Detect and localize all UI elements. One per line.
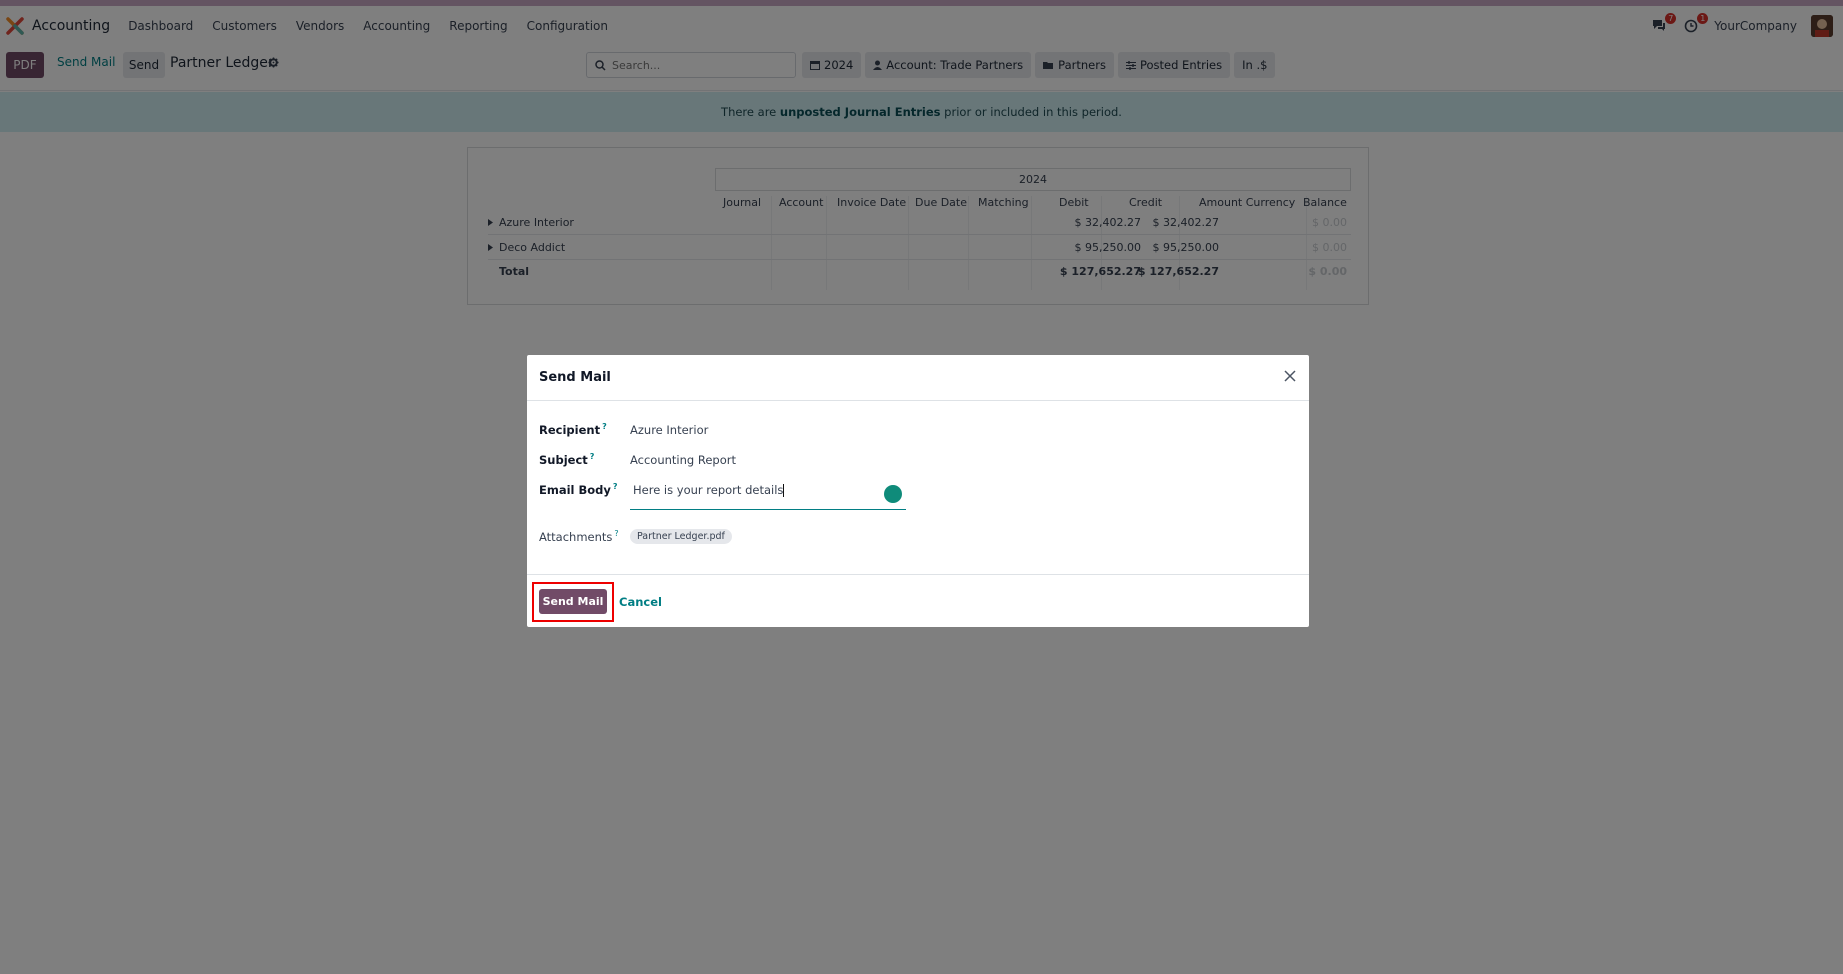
subject-label: Subject? <box>539 452 594 467</box>
dialog-header: Send Mail <box>527 355 1309 401</box>
chat-bubble-icon[interactable] <box>884 485 902 503</box>
recipient-label-text: Recipient <box>539 422 601 437</box>
email-body-text: Here is your report details <box>633 483 785 497</box>
help-tooltip[interactable]: ? <box>613 482 618 491</box>
help-tooltip[interactable]: ? <box>614 529 618 538</box>
attachments-label: Attachments? <box>539 529 619 544</box>
dialog-title: Send Mail <box>539 370 611 385</box>
attachment-chip[interactable]: Partner Ledger.pdf <box>630 529 732 544</box>
recipient-field[interactable]: Azure Interior <box>630 423 708 437</box>
subject-label-text: Subject <box>539 452 588 467</box>
text-caret <box>783 484 785 497</box>
send-mail-dialog: Send Mail Recipient? Azure Interior Subj… <box>527 355 1309 627</box>
email-body-editor[interactable]: Here is your report details <box>630 475 906 510</box>
email-body-value: Here is your report details <box>633 483 784 497</box>
close-icon[interactable] <box>1281 367 1299 385</box>
help-tooltip[interactable]: ? <box>602 422 607 431</box>
cancel-button[interactable]: Cancel <box>619 595 662 609</box>
email-body-label: Email Body? <box>539 482 618 497</box>
dialog-footer: Send Mail Cancel <box>527 574 1309 627</box>
attachments-label-text: Attachments <box>539 529 613 544</box>
email-body-label-text: Email Body <box>539 482 611 497</box>
send-mail-button[interactable]: Send Mail <box>539 589 607 614</box>
recipient-label: Recipient? <box>539 422 607 437</box>
help-tooltip[interactable]: ? <box>590 452 595 461</box>
subject-field[interactable]: Accounting Report <box>630 453 736 467</box>
